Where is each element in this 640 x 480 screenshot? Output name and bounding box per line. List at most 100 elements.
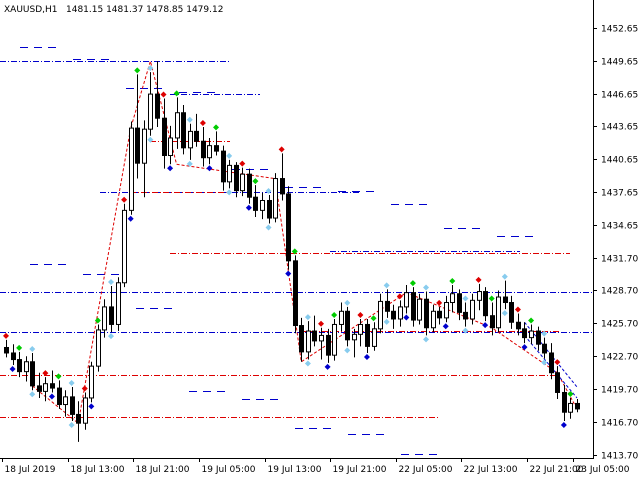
- bear-candle-body: [463, 311, 468, 320]
- time-tick-label: 19 Jul 05:00: [202, 465, 256, 475]
- bull-candle-body: [142, 128, 147, 164]
- price-tick-label: 1434.65: [601, 222, 638, 232]
- bull-candle-body: [306, 330, 311, 353]
- bear-candle-body: [391, 310, 396, 320]
- bull-candle-body: [477, 291, 482, 301]
- bull-candle-body: [496, 296, 501, 329]
- bear-candle-body: [549, 352, 554, 374]
- price-chart[interactable]: 1452.65 1449.65 1446.65 1443.65 1440.65 1437.…: [0, 0, 640, 480]
- bull-candle-body: [568, 402, 573, 413]
- chart-title-ohlc: 1481.15 1481.37 1478.85 1479.12: [66, 5, 223, 15]
- bear-candle-body: [536, 330, 541, 345]
- bear-candle-body: [562, 391, 567, 413]
- bear-candle-body: [30, 361, 35, 387]
- candle: [96, 324, 101, 372]
- bull-candle-body: [358, 323, 363, 335]
- bear-candle-body: [437, 310, 442, 319]
- price-tick-label: 1440.65: [601, 156, 638, 166]
- bull-candle-body: [43, 383, 48, 392]
- bear-candle-body: [50, 383, 55, 389]
- bear-candle-body: [253, 196, 258, 211]
- price-tick-label: 1449.65: [601, 58, 638, 68]
- bear-candle-body: [70, 396, 75, 415]
- bear-candle-body: [312, 330, 317, 342]
- time-tick-label: 22 Jul 13:00: [464, 465, 518, 475]
- bear-candle-body: [11, 352, 16, 361]
- price-tick-label: 1416.70: [601, 419, 638, 429]
- bull-candle-body: [378, 300, 383, 330]
- bull-candle-body: [529, 330, 534, 339]
- bull-candle-body: [129, 127, 134, 211]
- bear-candle-body: [162, 117, 167, 157]
- bear-candle-body: [57, 387, 62, 406]
- bear-candle-body: [286, 193, 291, 262]
- price-tick-label: 1428.70: [601, 287, 638, 297]
- bull-candle-body: [188, 130, 193, 149]
- bear-candle-body: [293, 260, 298, 327]
- bull-candle-body: [417, 298, 422, 321]
- bull-candle-body: [260, 199, 265, 211]
- bear-candle-body: [280, 178, 285, 195]
- bull-candle-body: [398, 306, 403, 320]
- bear-candle-body: [411, 292, 416, 321]
- bull-candle-body: [175, 112, 180, 139]
- bear-candle-body: [345, 310, 350, 341]
- bull-candle-body: [339, 310, 344, 325]
- time-tick-label: 18 Jul 21:00: [136, 465, 190, 475]
- bear-candle-body: [181, 112, 186, 149]
- bear-candle-body: [234, 164, 239, 192]
- candle: [116, 277, 121, 332]
- price-tick-label: 1446.65: [601, 91, 638, 101]
- time-tick-label: 23 Jul 05:00: [576, 465, 630, 475]
- bear-candle-body: [221, 150, 226, 183]
- bear-candle-body: [575, 402, 580, 410]
- candle: [89, 361, 94, 403]
- bear-candle-body: [201, 140, 206, 159]
- bull-candle-body: [116, 282, 121, 325]
- bull-candle-body: [24, 361, 29, 373]
- price-tick-label: 1422.70: [601, 353, 638, 363]
- bear-candle-body: [214, 145, 219, 152]
- price-tick-label: 1443.65: [601, 123, 638, 133]
- candle: [273, 173, 278, 223]
- bear-candle-body: [17, 359, 22, 373]
- price-tick-label: 1452.65: [601, 25, 638, 35]
- chart-background: [0, 0, 640, 480]
- bull-candle-body: [444, 302, 449, 319]
- bear-candle-body: [299, 325, 304, 353]
- bear-candle-body: [37, 385, 42, 392]
- bull-candle-body: [148, 93, 153, 130]
- bear-candle-body: [516, 321, 521, 330]
- candle: [181, 105, 186, 155]
- time-tick-label: 18 Jul 2019: [5, 465, 56, 475]
- bull-candle-body: [63, 396, 68, 406]
- chart-title-symbol: XAUUSD,H1: [4, 5, 58, 15]
- bear-candle-body: [194, 130, 199, 142]
- bear-candle-body: [490, 315, 495, 329]
- candle: [122, 203, 127, 288]
- bull-candle-body: [83, 397, 88, 424]
- bull-candle-body: [240, 173, 245, 192]
- bull-candle-body: [319, 334, 324, 342]
- bear-candle-body: [76, 413, 81, 424]
- bear-candle-body: [247, 173, 252, 198]
- time-tick-label: 19 Jul 13:00: [268, 465, 322, 475]
- bull-candle-body: [168, 137, 173, 157]
- price-tick-label: 1425.70: [601, 320, 638, 330]
- candle: [483, 287, 488, 322]
- price-tick-label: 1419.70: [601, 386, 638, 396]
- candle: [332, 318, 337, 361]
- price-tick-label: 1413.70: [601, 452, 638, 462]
- bear-candle-body: [4, 346, 9, 354]
- bull-candle-body: [89, 365, 94, 399]
- bull-candle-body: [372, 328, 377, 347]
- bull-candle-body: [227, 164, 232, 183]
- bull-candle-body: [96, 329, 101, 367]
- time-tick-label: 18 Jul 13:00: [71, 465, 125, 475]
- bear-candle-body: [385, 300, 390, 312]
- candle: [129, 121, 134, 215]
- bear-candle-body: [509, 302, 514, 323]
- candle: [286, 186, 291, 270]
- bull-candle-body: [470, 299, 475, 320]
- bull-candle-body: [332, 323, 337, 356]
